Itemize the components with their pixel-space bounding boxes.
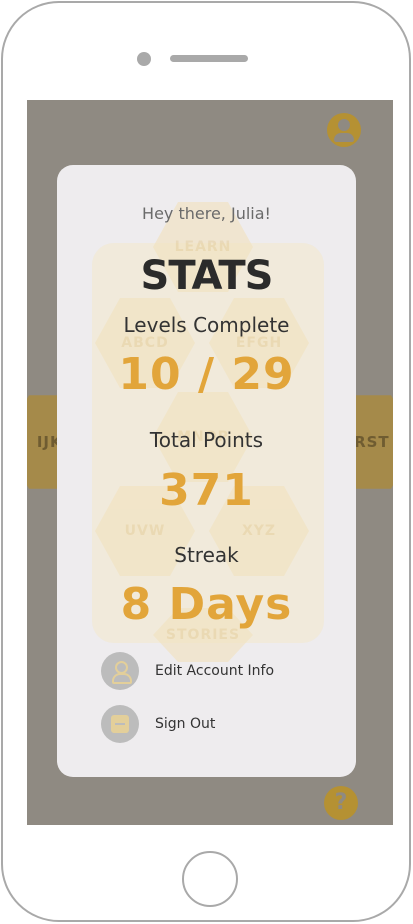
- levels-complete-value: 10 / 29: [118, 349, 295, 400]
- edit-account-button[interactable]: Edit Account Info: [101, 652, 274, 690]
- greeting-text: Hey there, Julia!: [142, 204, 271, 223]
- sign-out-label: Sign Out: [155, 716, 216, 732]
- sign-out-icon: [101, 705, 139, 743]
- help-icon[interactable]: ?: [324, 786, 358, 820]
- user-icon: [101, 652, 139, 690]
- total-points-value: 371: [159, 465, 254, 516]
- edit-account-label: Edit Account Info: [155, 663, 275, 679]
- streak-value: 8 Days: [120, 579, 293, 630]
- levels-complete-label: Levels Complete: [123, 313, 290, 337]
- streak-label: Streak: [174, 543, 239, 567]
- total-points-label: Total Points: [149, 428, 264, 452]
- sign-out-button[interactable]: Sign Out: [101, 705, 215, 743]
- stats-modal: LEARN ABCD EFGH MNOP UVW XYZ STORIES Hey…: [57, 165, 356, 777]
- app-screen: IJKL QRST ? LEARN ABCD EFGH MNOP UVW XYZ…: [27, 100, 393, 825]
- phone-frame: IJKL QRST ? LEARN ABCD EFGH MNOP UVW XYZ…: [1, 1, 411, 922]
- profile-icon[interactable]: [327, 113, 361, 147]
- speaker: [170, 55, 248, 62]
- stats-title: STATS: [140, 253, 274, 299]
- camera: [137, 52, 151, 66]
- home-button[interactable]: [182, 851, 238, 907]
